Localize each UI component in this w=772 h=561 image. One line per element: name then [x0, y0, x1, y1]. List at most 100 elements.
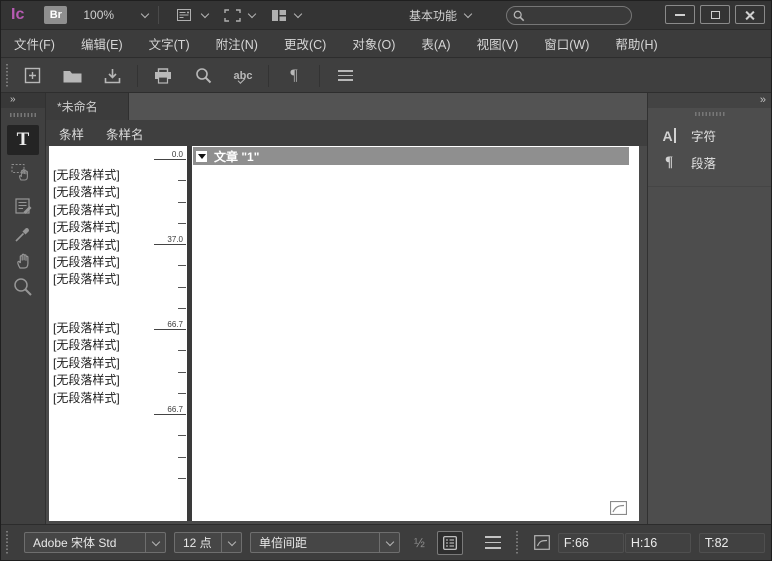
collapse-dock-button[interactable]: » [760, 94, 764, 106]
story-area[interactable]: 文章 "1" [192, 146, 639, 521]
application-toolbar: abc ¶ [1, 59, 771, 93]
character-panel-button[interactable]: A 字符 [648, 122, 771, 149]
copyfit-counter-t: T:82 [699, 533, 765, 553]
menu-file[interactable]: 文件(F) [1, 30, 68, 57]
statusbar-grip-handle[interactable] [6, 531, 12, 555]
minimize-button[interactable] [665, 5, 695, 24]
statusbar: Adobe 宋体 Std 12 点 单倍间距 ½ F:66 H:16 T:82 [1, 524, 771, 560]
view-tab-galley[interactable]: 条样 [59, 124, 84, 143]
menu-object[interactable]: 对象(O) [339, 30, 408, 57]
zoom-level-dropdown[interactable]: 100% [83, 8, 148, 22]
dock-grip-handle[interactable] [695, 112, 725, 116]
pilcrow-icon: ¶ [290, 67, 297, 85]
menu-changes[interactable]: 更改(C) [271, 30, 339, 57]
chevron-down-icon [221, 533, 241, 552]
divider [158, 6, 159, 24]
menu-help[interactable]: 帮助(H) [602, 30, 670, 57]
chevron-down-icon [379, 533, 399, 552]
screen-mode-dropdown[interactable] [224, 9, 255, 22]
ruler-label: 37.0 [167, 235, 183, 244]
hand-tool-button[interactable] [7, 247, 39, 273]
paragraph-style-label: [无段落样式] [53, 219, 120, 236]
new-document-button[interactable] [13, 63, 51, 89]
close-icon [745, 10, 755, 20]
ruler-label: 66.7 [167, 405, 183, 414]
menu-view[interactable]: 视图(V) [464, 30, 532, 57]
print-button[interactable] [144, 63, 182, 89]
story-collapse-button[interactable] [196, 151, 207, 162]
open-button[interactable] [53, 63, 91, 89]
spellcheck-button[interactable]: abc [224, 63, 262, 89]
tools-grip-handle[interactable] [10, 113, 36, 117]
zoom-level-value: 100% [83, 8, 114, 22]
leading-value: 单倍间距 [251, 534, 379, 551]
ruler-label: 0.0 [172, 150, 183, 159]
view-tab-bar: 条样 条样名 [46, 120, 647, 146]
statusbar-grip-handle[interactable] [516, 531, 522, 555]
menu-icon [338, 70, 353, 81]
menubar: 文件(F) 编辑(E) 文字(T) 附注(N) 更改(C) 对象(O) 表(A)… [1, 30, 771, 58]
view-tab-story[interactable]: 条样名 [106, 124, 144, 143]
expand-toolbar-button[interactable]: » [1, 93, 45, 108]
window-controls [665, 5, 765, 24]
info-column-icon [443, 536, 457, 550]
hidden-characters-button[interactable]: ¶ [275, 63, 313, 89]
info-column-toggle-button[interactable] [437, 531, 463, 555]
character-icon: A [658, 128, 680, 144]
type-tool-button[interactable]: T [7, 125, 39, 155]
document-area: *未命名 条样 条样名 [无段落样式] [无段落样式] [无段落样式] [无段落… [46, 93, 647, 524]
note-tool-button[interactable] [7, 193, 39, 219]
divider [319, 65, 320, 87]
menu-window[interactable]: 窗口(W) [531, 30, 602, 57]
menu-notes[interactable]: 附注(N) [203, 30, 271, 57]
menu-edit[interactable]: 编辑(E) [68, 30, 136, 57]
arrange-documents-icon [271, 9, 287, 22]
font-size-value: 12 点 [175, 534, 221, 551]
type-tool-icon: T [17, 129, 30, 151]
story-header-bar: 文章 "1" [193, 147, 629, 165]
toolbar-grip-handle[interactable] [6, 64, 12, 88]
chevron-down-icon [464, 9, 472, 17]
minimize-icon [675, 14, 685, 16]
menu-table[interactable]: 表(A) [408, 30, 463, 57]
save-button[interactable] [93, 63, 131, 89]
position-tool-icon [11, 162, 35, 182]
chevron-down-icon [145, 533, 165, 552]
paragraph-style-label: [无段落样式] [53, 372, 120, 389]
arrange-documents-dropdown[interactable] [271, 9, 301, 22]
paragraph-panel-label: 段落 [691, 153, 716, 172]
paragraph-style-label: [无段落样式] [53, 167, 120, 184]
view-options-dropdown[interactable] [177, 9, 208, 22]
screen-mode-icon [224, 9, 241, 22]
ruler-label: 66.7 [167, 320, 183, 329]
search-icon [513, 10, 525, 22]
incopy-logo-icon: Ic [11, 6, 24, 24]
bridge-button[interactable]: Br [44, 6, 67, 24]
document-tab[interactable]: *未命名 [46, 93, 129, 120]
maximize-button[interactable] [700, 5, 730, 24]
workspace-switcher[interactable]: 基本功能 [409, 7, 471, 24]
paragraph-style-label: [无段落样式] [53, 184, 120, 201]
zoom-tool-button[interactable] [7, 274, 39, 300]
paragraph-style-label: [无段落样式] [53, 254, 120, 271]
menu-type[interactable]: 文字(T) [136, 30, 203, 57]
find-button[interactable] [184, 63, 222, 89]
overset-indicator-icon[interactable] [610, 501, 627, 515]
font-size-dropdown[interactable]: 12 点 [174, 532, 242, 553]
paragraph-style-label: [无段落样式] [53, 237, 120, 254]
eyedropper-tool-button[interactable] [7, 220, 39, 246]
toolbar-menu-button[interactable] [326, 63, 364, 89]
font-family-dropdown[interactable]: Adobe 宋体 Std [24, 532, 166, 553]
paragraph-panel-button[interactable]: ¶ 段落 [648, 149, 771, 176]
search-box[interactable] [506, 6, 632, 25]
statusbar-menu-button[interactable] [485, 536, 501, 548]
line-numbers-button[interactable]: ½ [414, 535, 425, 550]
leading-dropdown[interactable]: 单倍间距 [250, 532, 400, 553]
position-tool-button[interactable] [7, 159, 39, 185]
paragraph-style-label: [无段落样式] [53, 390, 120, 407]
galley-content: [无段落样式] [无段落样式] [无段落样式] [无段落样式] [无段落样式] … [46, 146, 647, 524]
search-input[interactable] [525, 10, 620, 22]
close-button[interactable] [735, 5, 765, 24]
divider [137, 65, 138, 87]
incopy-window: Ic Br 100% 基本功能 文件(F) 编辑(E) 文字(T) [0, 0, 772, 561]
